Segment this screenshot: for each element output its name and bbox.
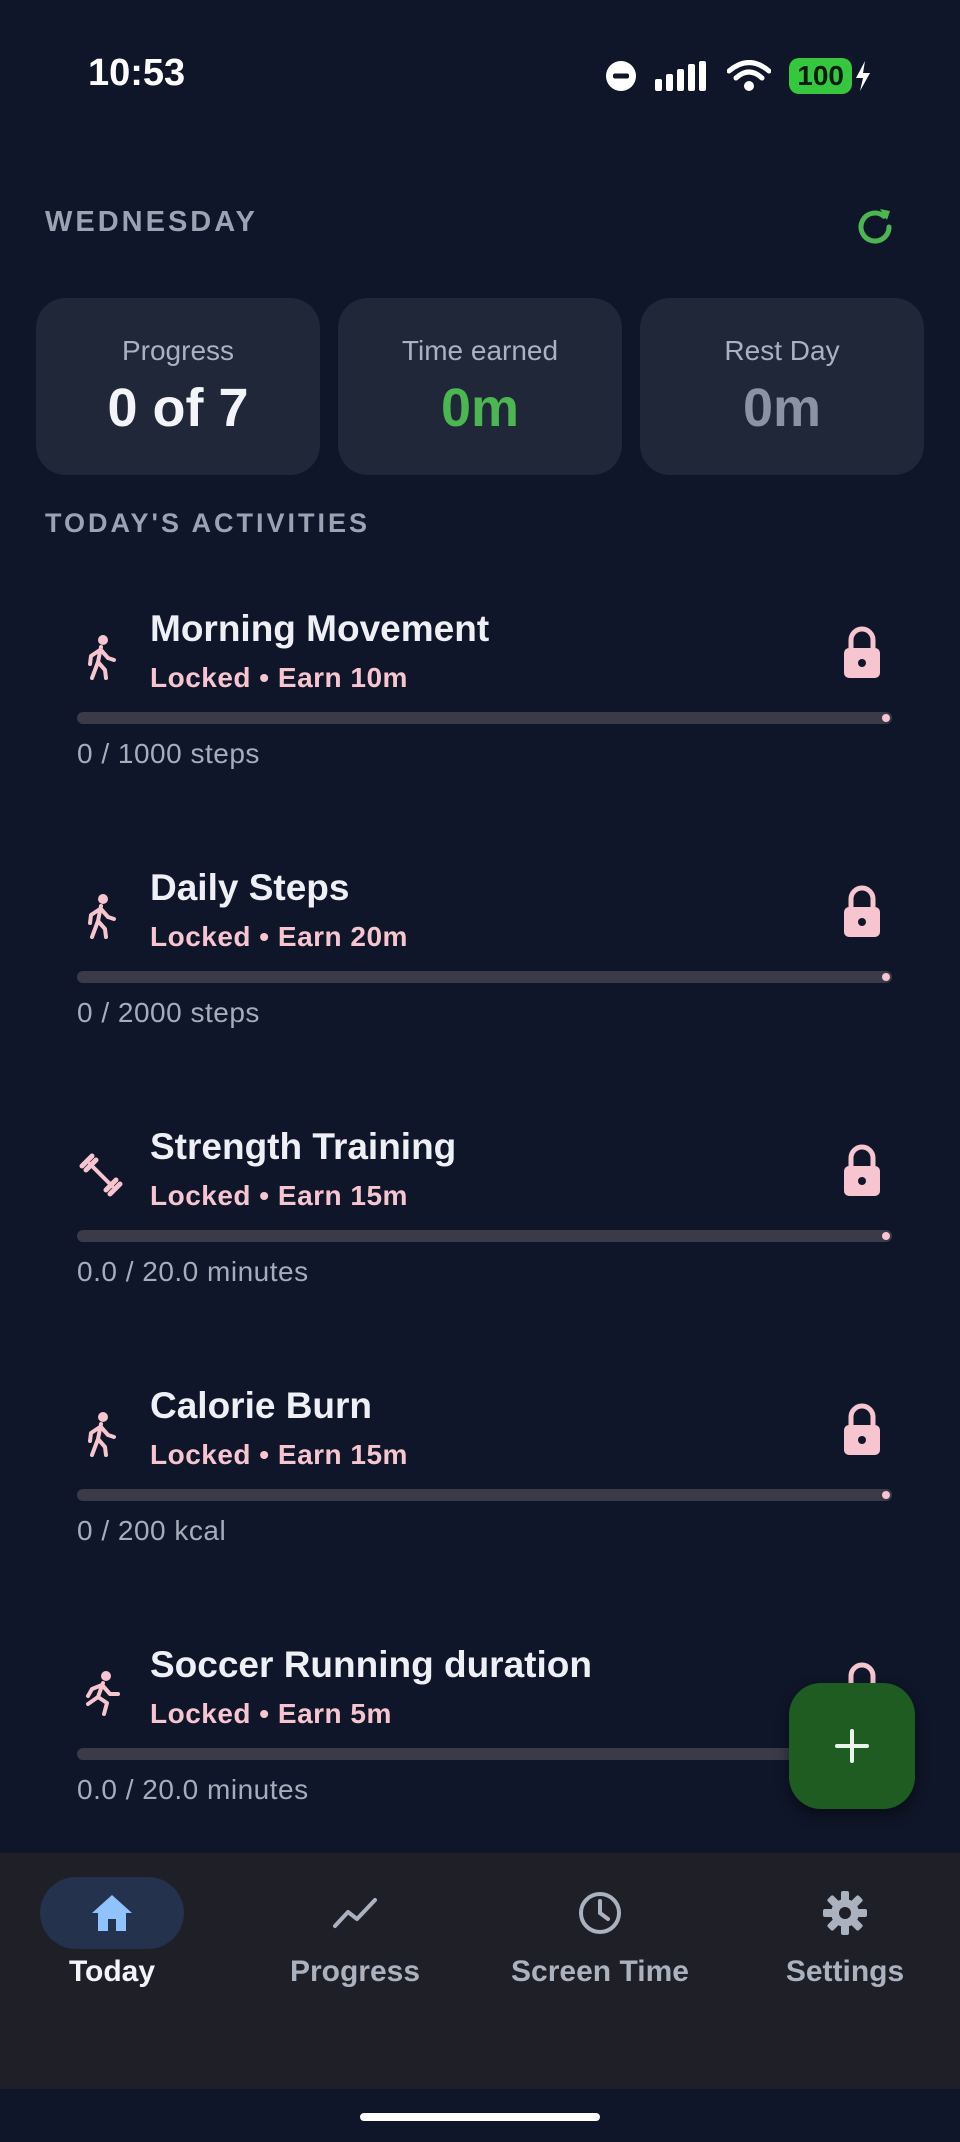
nav-label-screen-time: Screen Time (511, 1955, 689, 1988)
clock-icon (579, 1892, 621, 1934)
progress-bar-end-dot (882, 1491, 890, 1499)
home-indicator[interactable] (360, 2113, 600, 2121)
running-icon (86, 1671, 120, 1716)
lock-icon (844, 626, 880, 678)
plus-icon (835, 1729, 869, 1763)
do-not-disturb-icon (606, 61, 637, 91)
activity-status: Locked • Earn 10m (150, 662, 408, 693)
lock-icon (844, 885, 880, 937)
nav-item-settings[interactable]: Settings (725, 1877, 960, 1997)
day-header: WEDNESDAY (45, 206, 258, 238)
activity-status: Locked • Earn 15m (150, 1439, 408, 1470)
rest-day-card: Rest Day 0m (640, 298, 924, 475)
walking-icon (88, 894, 116, 939)
activity-item[interactable]: Morning Movement Locked • Earn 10m 0 / 1… (0, 580, 960, 800)
walking-icon (88, 635, 116, 680)
progress-label: Progress (121, 334, 235, 366)
battery-level: 100 (789, 58, 852, 94)
home-icon (92, 1895, 132, 1931)
activity-item[interactable]: Calorie Burn Locked • Earn 15m 0 / 200 k… (0, 1357, 960, 1577)
time-earned-card: Time earned 0m (338, 298, 622, 475)
charging-bolt-icon (856, 61, 870, 91)
activity-progress-text: 0 / 1000 steps (77, 738, 260, 769)
time-earned-value: 0m (440, 377, 520, 438)
trend-line-icon (333, 1898, 377, 1928)
activity-progress-text: 0.0 / 20.0 minutes (77, 1774, 309, 1805)
add-activity-button[interactable] (789, 1683, 915, 1809)
activity-status: Locked • Earn 20m (150, 921, 408, 952)
cellular-signal-icon (655, 61, 707, 91)
activity-name: Soccer Running duration (150, 1644, 592, 1685)
lock-icon (844, 1144, 880, 1196)
nav-icon-container (528, 1877, 672, 1949)
time-earned-label: Time earned (401, 334, 559, 366)
activity-item[interactable]: Strength Training Locked • Earn 15m 0.0 … (0, 1098, 960, 1318)
progress-bar (77, 971, 892, 983)
activity-item[interactable]: Daily Steps Locked • Earn 20m 0 / 2000 s… (0, 839, 960, 1059)
refresh-icon (858, 209, 892, 244)
activity-name: Morning Movement (150, 608, 490, 649)
status-bar: 10:53 100 (0, 0, 960, 150)
progress-card: Progress 0 of 7 (36, 298, 320, 475)
activity-progress-text: 0.0 / 20.0 minutes (77, 1256, 309, 1287)
activity-name: Daily Steps (150, 867, 350, 908)
nav-item-screen-time[interactable]: Screen Time (480, 1877, 720, 1997)
activity-status: Locked • Earn 5m (150, 1698, 392, 1729)
status-icons: 100 (605, 56, 872, 96)
rest-day-label: Rest Day (724, 334, 840, 366)
activities-section-title: TODAY'S ACTIVITIES (45, 508, 370, 538)
nav-label-settings: Settings (785, 1955, 905, 1988)
nav-active-indicator (40, 1877, 184, 1949)
nav-item-progress[interactable]: Progress (235, 1877, 475, 1997)
battery-indicator: 100 (789, 58, 872, 94)
progress-bar (77, 1748, 892, 1760)
progress-bar-end-dot (882, 973, 890, 981)
activity-progress-text: 0 / 2000 steps (77, 997, 260, 1028)
bottom-navigation: Today Progress Screen Time Settings (0, 1853, 960, 2089)
nav-icon-container (283, 1877, 427, 1949)
nav-label-progress: Progress (289, 1955, 421, 1988)
nav-icon-container (773, 1877, 917, 1949)
refresh-button[interactable] (850, 202, 900, 252)
walking-icon (88, 1412, 116, 1457)
status-time: 10:53 (88, 52, 186, 94)
activity-status: Locked • Earn 15m (150, 1180, 408, 1211)
progress-bar-end-dot (882, 1232, 890, 1240)
nav-label-today: Today (68, 1955, 156, 1988)
activity-progress-text: 0 / 200 kcal (77, 1515, 227, 1546)
progress-value: 0 of 7 (107, 377, 249, 438)
lock-icon (844, 1403, 880, 1455)
progress-bar (77, 1230, 892, 1242)
nav-item-today[interactable]: Today (0, 1877, 232, 1997)
activity-name: Calorie Burn (150, 1385, 373, 1426)
gear-icon (823, 1891, 867, 1935)
progress-bar (77, 712, 892, 724)
activity-name: Strength Training (150, 1126, 457, 1167)
wifi-icon (727, 60, 772, 91)
rest-day-value: 0m (742, 377, 822, 438)
progress-bar (77, 1489, 892, 1501)
dumbbell-icon (79, 1153, 123, 1197)
stats-row: Progress 0 of 7 Time earned 0m Rest Day … (36, 298, 924, 475)
progress-bar-end-dot (882, 714, 890, 722)
